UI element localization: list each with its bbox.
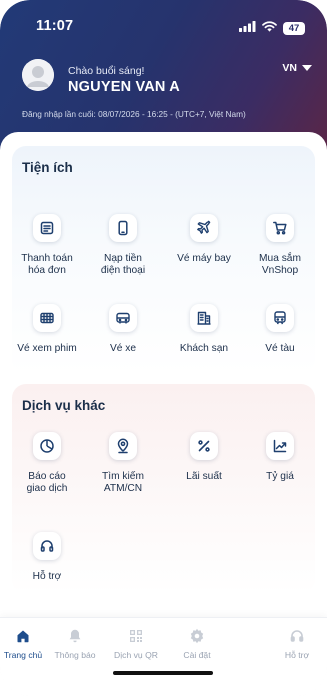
tile-interest-rate[interactable]: Lãi suất [169,432,239,483]
nav-qr-service[interactable]: Dịch vụ QR [104,628,168,660]
tile-label: Lãi suất [186,471,222,482]
headset-icon [33,532,61,560]
tile-bus-ticket[interactable]: Vé xe [88,304,158,355]
language-selector[interactable]: VN [282,62,312,74]
tile-find-atm[interactable]: Tìm kiếm ATM/CN [88,432,158,495]
profile-block: Chào buổi sáng! NGUYEN VAN A VN [22,57,312,97]
status-icons: 47 [239,19,305,37]
nav-settings[interactable]: Cài đặt [165,628,229,660]
percent-icon [190,432,218,460]
headset-icon [265,628,327,644]
train-icon [266,304,294,332]
home-indicator[interactable] [113,671,213,675]
section-title-other-services: Dịch vụ khác [22,398,106,413]
qr-icon [104,628,168,644]
wifi-icon [262,19,277,37]
nav-notifications[interactable]: Thông báo [43,628,107,660]
tile-label: Vé tàu [265,343,295,354]
pie-chart-icon [33,432,61,460]
nav-label-settings: Cài đặt [183,650,211,660]
phone-icon [109,214,137,242]
tile-label: Tỷ giá [266,471,294,482]
tile-label: giao dịch [26,483,68,494]
tile-label: VnShop [261,265,299,276]
tile-label: Hỗ trợ [32,571,62,582]
signal-icon [239,19,256,37]
tile-support[interactable]: Hỗ trợ [12,532,82,583]
tile-label: Thanh toán [21,253,73,264]
user-name: NGUYEN VAN A [68,79,180,95]
tile-label: Nạp tiền [104,253,142,264]
tile-label: Vé xe [109,343,137,354]
tile-flight-ticket[interactable]: Vé máy bay [169,214,239,265]
battery-icon: 47 [283,21,305,35]
tile-vnshop[interactable]: Mua sắm VnShop [245,214,315,277]
gear-icon [165,628,229,644]
tile-label: Vé xem phim [17,343,77,354]
cinema-icon [33,304,61,332]
last-login-text: Đăng nhập lần cuối: 08/07/2026 - 16:25 -… [22,109,246,119]
tile-train-ticket[interactable]: Vé tàu [245,304,315,355]
tile-label: Mua sắm [259,253,301,264]
phone-screen: 11:07 47 Chào buổi sáng! NGUYEN VAN A VN [0,0,327,696]
status-time: 11:07 [36,18,74,34]
trend-chart-icon [266,432,294,460]
nav-label-support: Hỗ trợ [284,650,310,660]
cart-icon [266,214,294,242]
avatar[interactable] [22,59,54,91]
tile-transaction-report[interactable]: Báo cáo giao dịch [12,432,82,495]
main-content: Tiện ích Thanh toán hóa đơn Nạp tiền điện … [0,132,327,620]
tile-label: hóa đơn [28,265,66,276]
tile-phone-topup[interactable]: Nạp tiền điện thoại [88,214,158,277]
section-title-utilities: Tiện ích [22,160,73,175]
greeting-text: Chào buổi sáng! [68,65,145,77]
tile-hotel[interactable]: Khách sạn [169,304,239,355]
tile-label: Vé máy bay [177,253,231,264]
status-bar: 11:07 47 [0,18,327,36]
bus-icon [109,304,137,332]
location-pin-icon [109,432,137,460]
bell-icon [43,628,107,644]
chevron-down-icon [302,65,312,71]
plane-icon [190,214,218,242]
tile-label: Tìm kiếm [102,471,144,482]
bottom-nav: Trang chủ Thông báo Dịch vụ QR Cài đặt H… [0,617,327,696]
bill-icon [33,214,61,242]
other-services-section: Dịch vụ khác Báo cáo giao dịch Tìm kiếm AT… [12,384,315,594]
nav-support[interactable]: Hỗ trợ [265,628,327,660]
header: 11:07 47 Chào buổi sáng! NGUYEN VAN A VN [0,0,327,150]
tile-exchange-rate[interactable]: Tỷ giá [245,432,315,483]
tile-label: ATM/CN [103,483,143,494]
language-label: VN [282,62,297,74]
utilities-section: Tiện ích Thanh toán hóa đơn Nạp tiền điện … [12,146,315,374]
tile-bill-payment[interactable]: Thanh toán hóa đơn [12,214,82,277]
nav-label-notifications: Thông báo [54,650,96,660]
tile-label: điện thoại [100,265,146,276]
tile-label: Báo cáo [28,471,66,482]
nav-label-qr-service: Dịch vụ QR [114,650,158,660]
tile-movie-ticket[interactable]: Vé xem phim [12,304,82,355]
tile-label: Khách sạn [179,343,229,354]
hotel-icon [190,304,218,332]
